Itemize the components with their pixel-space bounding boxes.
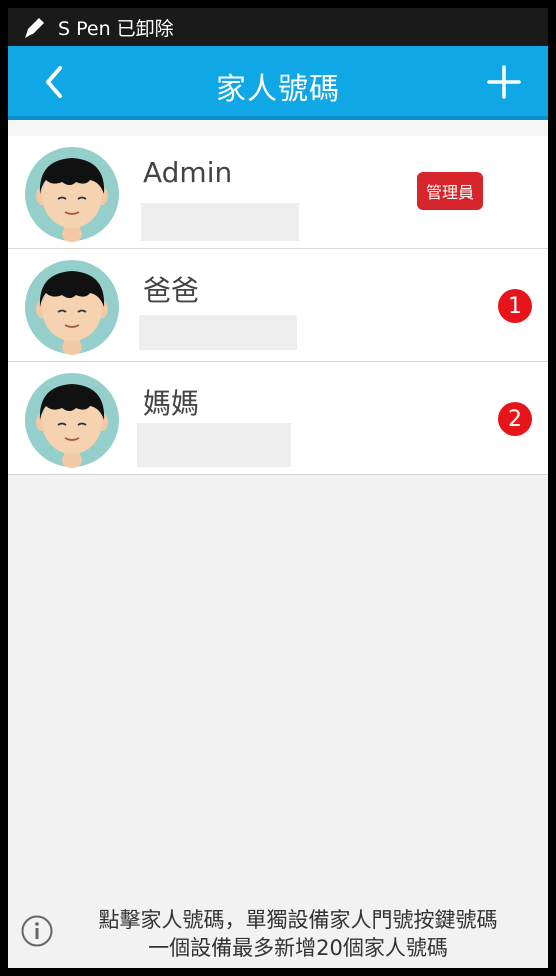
family-member-row[interactable]: 媽媽 2: [8, 362, 548, 475]
avatar: [25, 260, 119, 355]
family-member-row[interactable]: 爸爸 1: [8, 249, 548, 362]
avatar: [25, 147, 119, 242]
footer-hint: 點擊家人號碼，單獨設備家人門號按鍵號碼 一個設備最多新增20個家人號碼: [8, 900, 548, 962]
phone-screen: S Pen 已卸除 家人號碼 Admin 管理員 爸爸 1 媽媽 2 點擊家人號…: [8, 8, 548, 968]
status-bar: S Pen 已卸除: [8, 8, 548, 46]
phone-number: [141, 203, 299, 241]
member-name: Admin: [143, 156, 233, 189]
app-bar: 家人號碼: [8, 46, 548, 120]
admin-badge: 管理員: [417, 172, 483, 210]
pen-icon: [25, 18, 44, 38]
order-badge: 2: [498, 402, 532, 436]
member-name: 爸爸: [143, 274, 200, 307]
footer-line-2: 一個設備最多新增20個家人號碼: [148, 936, 448, 960]
avatar: [25, 373, 119, 468]
page-title: 家人號碼: [216, 72, 340, 107]
info-icon: [21, 915, 53, 947]
family-member-row[interactable]: Admin 管理員: [8, 136, 548, 249]
footer-line-1: 點擊家人號碼，單獨設備家人門號按鍵號碼: [98, 908, 498, 932]
order-badge: 1: [498, 289, 532, 323]
plus-icon[interactable]: [486, 64, 522, 100]
list-top-spacer: [8, 120, 548, 136]
status-text: S Pen 已卸除: [58, 17, 174, 40]
phone-number: [137, 423, 291, 467]
family-list: Admin 管理員 爸爸 1 媽媽 2: [8, 136, 548, 475]
member-name: 媽媽: [143, 387, 200, 420]
phone-number: [139, 315, 297, 350]
